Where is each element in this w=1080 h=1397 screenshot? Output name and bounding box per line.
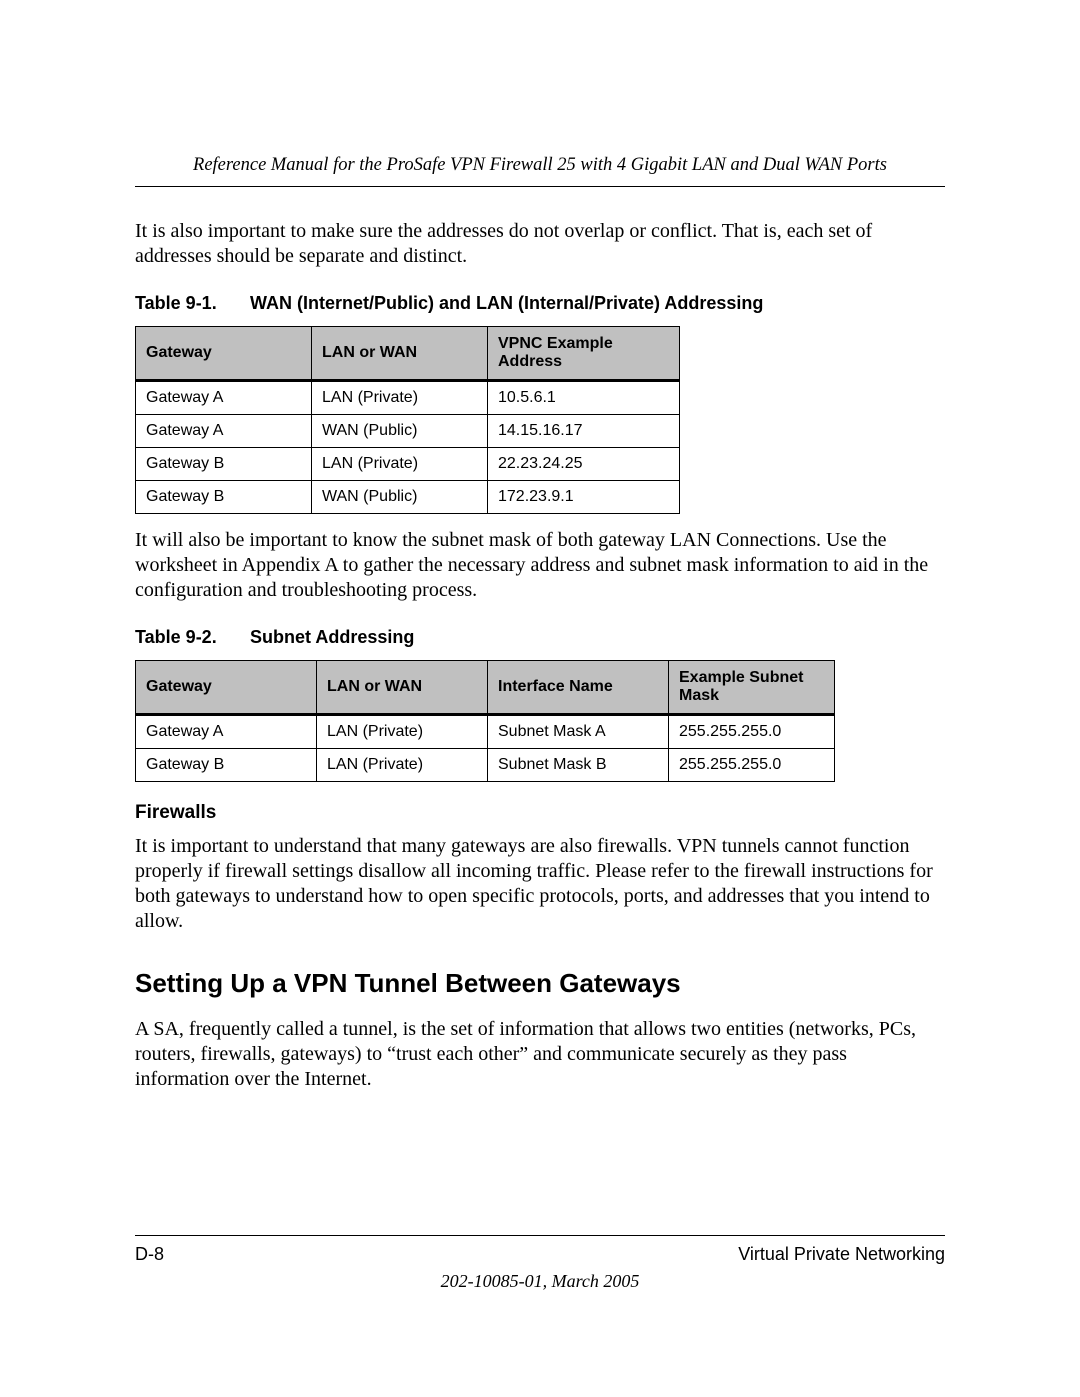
table-number: Table 9-2. xyxy=(135,627,245,648)
table-9-2-caption: Table 9-2. Subnet Addressing xyxy=(135,627,945,648)
paragraph-intro: It is also important to make sure the ad… xyxy=(135,219,945,269)
table-title: Subnet Addressing xyxy=(250,627,414,647)
col-interface-name: Interface Name xyxy=(488,661,669,715)
page: Reference Manual for the ProSafe VPN Fir… xyxy=(0,0,1080,1397)
cell: 22.23.24.25 xyxy=(488,448,680,481)
table-9-1: Gateway LAN or WAN VPNC Example Address … xyxy=(135,326,680,514)
manual-title: Reference Manual for the ProSafe VPN Fir… xyxy=(193,155,887,175)
table-header-row: Gateway LAN or WAN Interface Name Exampl… xyxy=(136,661,835,715)
cell: 172.23.9.1 xyxy=(488,481,680,514)
page-number: D-8 xyxy=(135,1244,164,1265)
table-number: Table 9-1. xyxy=(135,293,245,314)
table-row: Gateway A LAN (Private) 10.5.6.1 xyxy=(136,381,680,415)
paragraph-firewalls: It is important to understand that many … xyxy=(135,834,945,934)
col-subnet-mask: Example Subnet Mask xyxy=(669,661,835,715)
cell: LAN (Private) xyxy=(317,715,488,749)
col-lan-wan: LAN or WAN xyxy=(312,327,488,381)
cell: 255.255.255.0 xyxy=(669,715,835,749)
cell: Gateway B xyxy=(136,749,317,782)
table-row: Gateway B WAN (Public) 172.23.9.1 xyxy=(136,481,680,514)
cell: LAN (Private) xyxy=(317,749,488,782)
document-id: 202-10085-01, March 2005 xyxy=(135,1271,945,1292)
cell: LAN (Private) xyxy=(312,448,488,481)
cell: Subnet Mask B xyxy=(488,749,669,782)
cell: Gateway B xyxy=(136,448,312,481)
table-row: Gateway A LAN (Private) Subnet Mask A 25… xyxy=(136,715,835,749)
table-9-2: Gateway LAN or WAN Interface Name Exampl… xyxy=(135,660,835,782)
cell: Subnet Mask A xyxy=(488,715,669,749)
cell: Gateway A xyxy=(136,381,312,415)
section-name: Virtual Private Networking xyxy=(738,1244,945,1265)
col-lan-wan: LAN or WAN xyxy=(317,661,488,715)
cell: Gateway A xyxy=(136,415,312,448)
col-vpnc-address: VPNC Example Address xyxy=(488,327,680,381)
firewalls-heading: Firewalls xyxy=(135,802,945,824)
cell: WAN (Public) xyxy=(312,481,488,514)
section-heading-vpn-tunnel: Setting Up a VPN Tunnel Between Gateways xyxy=(135,968,945,999)
col-gateway: Gateway xyxy=(136,661,317,715)
running-header: Reference Manual for the ProSafe VPN Fir… xyxy=(135,155,945,187)
table-header-row: Gateway LAN or WAN VPNC Example Address xyxy=(136,327,680,381)
cell: 14.15.16.17 xyxy=(488,415,680,448)
cell: LAN (Private) xyxy=(312,381,488,415)
cell: 10.5.6.1 xyxy=(488,381,680,415)
paragraph-subnet: It will also be important to know the su… xyxy=(135,528,945,603)
table-title: WAN (Internet/Public) and LAN (Internal/… xyxy=(250,293,763,313)
footer-row: D-8 Virtual Private Networking xyxy=(135,1244,945,1265)
table-row: Gateway B LAN (Private) 22.23.24.25 xyxy=(136,448,680,481)
cell: 255.255.255.0 xyxy=(669,749,835,782)
table-row: Gateway B LAN (Private) Subnet Mask B 25… xyxy=(136,749,835,782)
cell: Gateway B xyxy=(136,481,312,514)
table-9-1-caption: Table 9-1. WAN (Internet/Public) and LAN… xyxy=(135,293,945,314)
cell: Gateway A xyxy=(136,715,317,749)
page-footer: D-8 Virtual Private Networking 202-10085… xyxy=(135,1235,945,1292)
col-gateway: Gateway xyxy=(136,327,312,381)
paragraph-sa: A SA, frequently called a tunnel, is the… xyxy=(135,1017,945,1092)
cell: WAN (Public) xyxy=(312,415,488,448)
table-row: Gateway A WAN (Public) 14.15.16.17 xyxy=(136,415,680,448)
